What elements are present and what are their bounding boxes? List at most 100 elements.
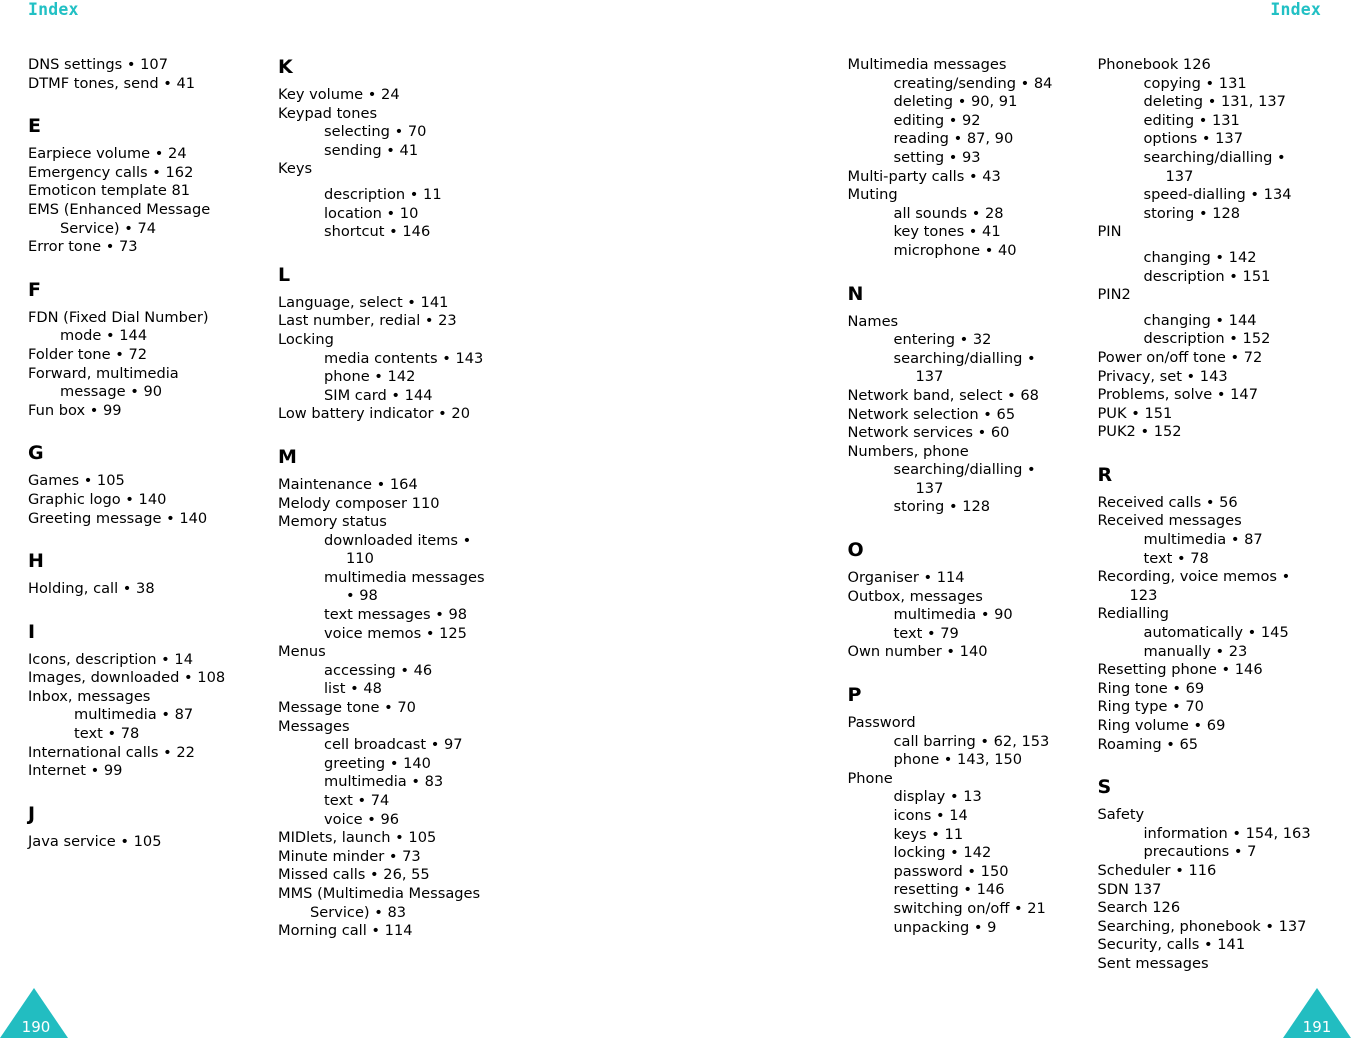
index-subentry: text messages • 98 — [278, 606, 514, 625]
index-entry-line: PIN2 — [1097, 286, 1131, 304]
index-entry-line: voice • 96 — [324, 810, 400, 828]
index-entry-line: Roaming • 65 — [1097, 735, 1199, 753]
index-entry-line: PUK2 • 152 — [1097, 423, 1182, 441]
index-entry-line: Fun box • 99 — [28, 401, 122, 419]
index-entry-line: Inbox, messages — [28, 687, 151, 705]
index-entry: Forward, multimedia message • 90 — [0, 365, 264, 402]
index-entry: Network band, select • 68 — [802, 387, 1084, 406]
index-column-3: Multimedia messages creating/sending • 84… — [848, 56, 1084, 974]
index-entry-line: speed-dialling • 134 — [1143, 186, 1292, 204]
index-entry-line: description • 151 — [1143, 267, 1271, 285]
index-subentry: multimedia • 87 — [28, 706, 264, 725]
entry-spacer — [278, 179, 514, 186]
index-entry-line: changing • 144 — [1143, 311, 1257, 329]
running-header-right: Index — [1270, 0, 1321, 19]
index-subentry: searching/dialling • 137 — [1098, 149, 1334, 186]
index-entry-line: Greeting message • 140 — [28, 509, 208, 527]
index-entry-line: location • 10 — [324, 204, 419, 222]
index-entry-line: Games • 105 — [28, 472, 125, 490]
index-entry-line: automatically • 145 — [1143, 624, 1289, 642]
index-entry-line: Minute minder • 73 — [278, 847, 421, 865]
index-entry-line: Multimedia messages — [847, 56, 1007, 73]
index-subentry: text • 78 — [28, 725, 264, 744]
index-entry: Graphic logo • 140 — [0, 491, 264, 510]
index-subentry: creating/sending • 84 — [848, 75, 1084, 94]
index-letter-heading: J — [28, 802, 36, 825]
index-entry-line: Searching, phonebook • 137 — [1097, 917, 1307, 935]
index-entry-line: list • 48 — [324, 680, 382, 698]
index-entry: Internet • 99 — [0, 762, 264, 781]
index-letter-heading: I — [28, 620, 36, 643]
index-entry: Phone — [802, 770, 1084, 789]
index-subentry: all sounds • 28 — [848, 205, 1084, 224]
index-entry: Greeting message • 140 — [0, 510, 264, 529]
index-subentry: resetting • 146 — [848, 881, 1084, 900]
index-subentry: text • 78 — [1098, 550, 1334, 569]
index-entry-line: precautions • 7 — [1143, 843, 1257, 861]
index-entry-line: Outbox, messages — [847, 587, 983, 605]
index-entry-line: changing • 142 — [1143, 248, 1257, 266]
index-entry: Problems, solve • 147 — [1052, 386, 1334, 405]
index-subentry: voice memos • 125 — [278, 625, 514, 644]
index-entry-line: 123 — [1129, 586, 1158, 604]
index-entry-line: Phonebook 126 — [1097, 56, 1211, 73]
index-entry-line: MIDlets, launch • 105 — [278, 829, 437, 847]
index-entry-line: Folder tone • 72 — [28, 345, 148, 363]
index-entry-line: editing • 131 — [1143, 111, 1240, 129]
index-entry-line: searching/dialling • — [1143, 148, 1286, 166]
index-entry: Folder tone • 72 — [0, 346, 264, 365]
index-entry: Emoticon template 81 — [0, 182, 264, 201]
index-entry-line: Holding, call • 38 — [28, 580, 155, 598]
index-entry-line: Multi-party calls • 43 — [847, 167, 1001, 185]
index-entry: Searching, phonebook • 137 — [1052, 918, 1334, 937]
index-subentry: downloaded items • 110 — [278, 532, 514, 569]
index-entry-line: Redialling — [1097, 605, 1169, 623]
index-entry-line: Sent messages — [1097, 954, 1209, 972]
index-entry: Recording, voice memos • 123 — [1052, 568, 1334, 605]
entry-spacer — [1098, 242, 1334, 249]
index-entry-line: Menus — [278, 643, 326, 661]
index-subentry: copying • 131 — [1098, 75, 1334, 94]
index-entry-line: EMS (Enhanced Message — [28, 200, 211, 218]
index-entry-line: Memory status — [278, 513, 387, 531]
index-entry-line: Graphic logo • 140 — [28, 490, 167, 508]
index-entry-line: deleting • 131, 137 — [1143, 93, 1286, 111]
running-header-left: Index — [28, 0, 79, 19]
index-entry-line: Low battery indicator • 20 — [278, 405, 470, 423]
index-entry: Received messages — [1052, 512, 1334, 531]
index-entry: International calls • 22 — [0, 744, 264, 763]
index-entry-line: Key volume • 24 — [278, 86, 400, 103]
index-entry-line: Locking — [278, 330, 334, 348]
index-letter-heading: G — [28, 442, 44, 465]
index-entry-line: cell broadcast • 97 — [324, 736, 463, 754]
index-entry-line: DTMF tones, send • 41 — [28, 74, 196, 92]
index-subentry: text • 74 — [278, 792, 514, 811]
index-entry: Low battery indicator • 20 — [232, 405, 514, 424]
index-entry-line: Security, calls • 141 — [1097, 936, 1246, 954]
index-entry-line: information • 154, 163 — [1143, 824, 1311, 842]
index-entry-line: greeting • 140 — [324, 754, 431, 772]
index-subentry: editing • 131 — [1098, 112, 1334, 131]
index-entry-line: keys • 11 — [893, 825, 964, 843]
index-subentry: text • 79 — [848, 625, 1084, 644]
index-entry-line: Forward, multimedia — [28, 364, 179, 382]
index-subentry: keys • 11 — [848, 826, 1084, 845]
index-subentry: storing • 128 — [848, 498, 1084, 517]
index-entry-line: SIM card • 144 — [324, 386, 433, 404]
index-entry-line: multimedia • 87 — [1143, 531, 1263, 549]
index-entry: Multimedia messages — [802, 56, 1084, 75]
index-entry: Last number, redial • 23 — [232, 312, 514, 331]
index-entry-line: Last number, redial • 23 — [278, 312, 457, 330]
index-entry: Ring tone • 69 — [1052, 680, 1334, 699]
index-entry-line: text messages • 98 — [324, 606, 468, 624]
index-entry-line: Power on/off tone • 72 — [1097, 348, 1263, 366]
page-number-badge-190: 190 — [0, 988, 68, 1038]
index-entry: Melody composer 110 — [232, 495, 514, 514]
index-letter-heading: N — [847, 282, 864, 305]
index-entry: Icons, description • 14 — [0, 651, 264, 670]
index-entry-line: Network selection • 65 — [847, 405, 1016, 423]
index-entry: Numbers, phone — [802, 443, 1084, 462]
index-entry: Language, select • 141 — [232, 294, 514, 313]
index-entry: Maintenance • 164 — [232, 476, 514, 495]
index-columns-left: DNS settings • 107 DTMF tones, send • 41 E… — [28, 56, 514, 941]
